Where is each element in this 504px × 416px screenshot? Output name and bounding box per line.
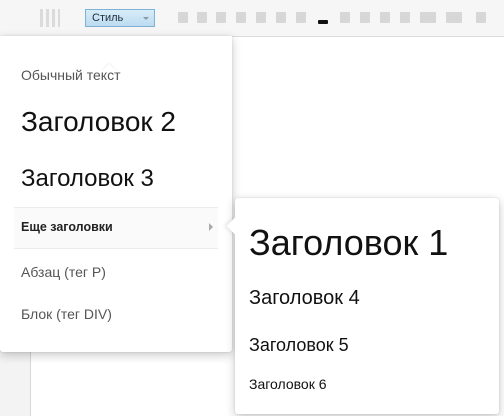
italic-icon[interactable] bbox=[197, 12, 207, 23]
link-icon[interactable] bbox=[446, 12, 462, 23]
submenu-item-heading-1[interactable]: Заголовок 1 bbox=[249, 222, 448, 264]
align-right-icon[interactable] bbox=[380, 12, 390, 23]
underline-icon[interactable] bbox=[216, 12, 226, 23]
list-icon[interactable] bbox=[400, 12, 410, 23]
menu-item-div-block[interactable]: Блок (тег DIV) bbox=[21, 306, 112, 322]
superscript-icon[interactable] bbox=[276, 12, 286, 23]
style-select-value: Стиль bbox=[92, 12, 124, 24]
subscript-icon[interactable] bbox=[296, 12, 306, 23]
more-headings-submenu: Заголовок 1 Заголовок 4 Заголовок 5 Заго… bbox=[226, 198, 499, 414]
menu-item-more-headings[interactable]: Еще заголовки bbox=[14, 207, 218, 249]
toolbar-drag-handle[interactable] bbox=[40, 9, 60, 27]
align-left-icon[interactable] bbox=[340, 12, 350, 23]
more-icon[interactable] bbox=[476, 12, 486, 23]
align-center-icon[interactable] bbox=[360, 12, 370, 23]
chevron-right-icon bbox=[209, 223, 213, 231]
menu-item-heading-2[interactable]: Заголовок 2 bbox=[21, 106, 176, 138]
submenu-item-heading-6[interactable]: Заголовок 6 bbox=[249, 376, 327, 392]
style-select[interactable]: Стиль bbox=[85, 9, 155, 27]
chevron-down-icon bbox=[143, 17, 149, 20]
menu-item-paragraph[interactable]: Абзац (тег P) bbox=[21, 264, 106, 280]
table-icon[interactable] bbox=[420, 12, 436, 23]
style-dropdown-menu: Обычный текст Заголовок 2 Заголовок 3 Ещ… bbox=[0, 36, 232, 352]
menu-item-normal-text[interactable]: Обычный текст bbox=[21, 67, 121, 83]
menu-item-heading-3[interactable]: Заголовок 3 bbox=[21, 165, 154, 193]
menu-item-more-headings-label: Еще заголовки bbox=[21, 220, 113, 234]
submenu-item-heading-5[interactable]: Заголовок 5 bbox=[249, 335, 349, 356]
bold-icon[interactable] bbox=[178, 12, 188, 23]
strikethrough-icon[interactable] bbox=[236, 12, 246, 23]
editor-toolbar: Стиль bbox=[0, 0, 504, 37]
text-color-icon[interactable] bbox=[256, 12, 266, 23]
submenu-item-heading-4[interactable]: Заголовок 4 bbox=[249, 287, 360, 310]
text-color-bar-icon[interactable] bbox=[318, 20, 328, 24]
